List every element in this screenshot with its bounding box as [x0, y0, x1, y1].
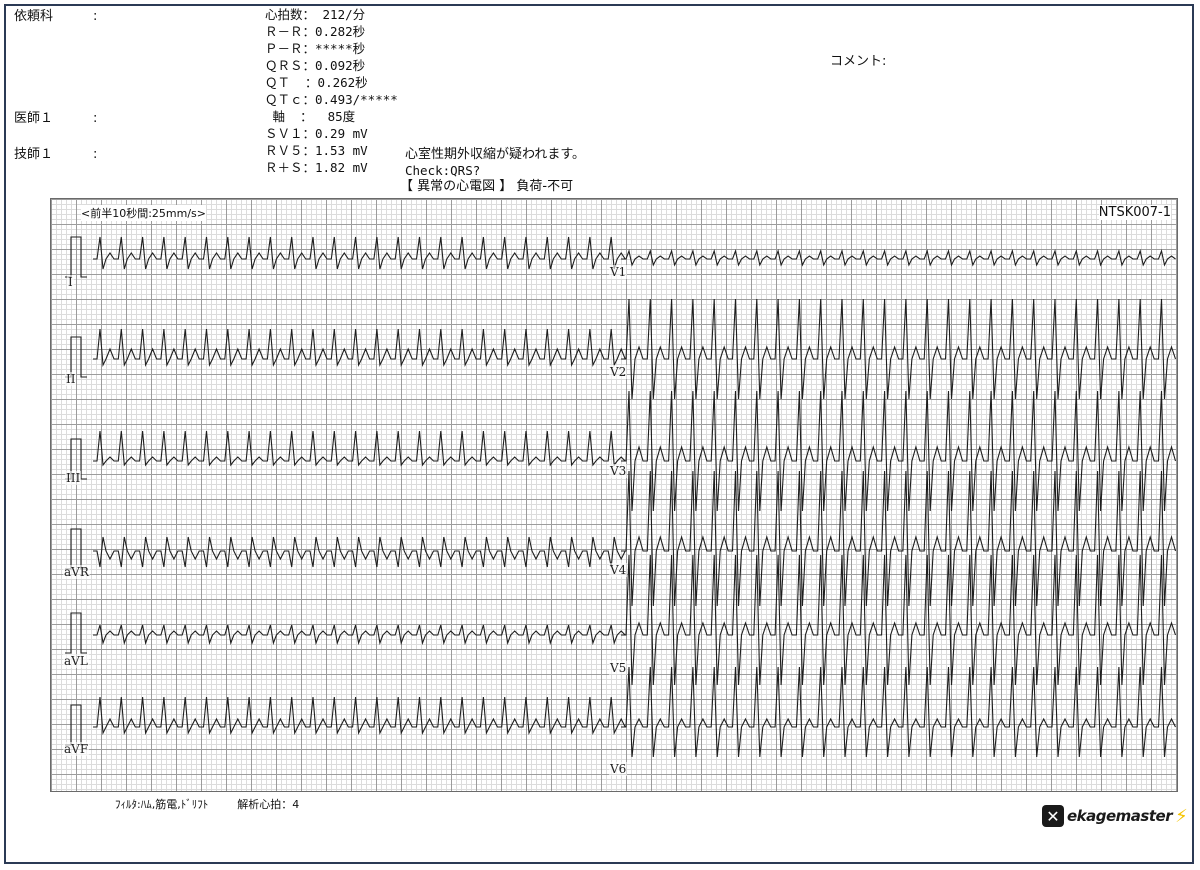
doctor-label: 医師１	[14, 111, 54, 126]
ecg-trace-v4	[621, 470, 1177, 607]
ekagemaster-logo: ✕ ekagemaster ⚡	[1042, 803, 1190, 829]
verdict: 【 異常の心電図 】 負荷-不可	[400, 179, 574, 194]
pr-interval: Ｐ－Ｒ：*****秒	[265, 41, 366, 56]
lightning-bolt-icon: ⚡	[1175, 805, 1188, 827]
lead-label-ii: II	[65, 372, 77, 386]
logo-text: ekagemaster	[1067, 807, 1173, 825]
lead-label-v6: V6	[609, 762, 628, 776]
qtc-interval: ＱＴｃ：0.493/*****	[265, 92, 398, 107]
lead-label-v1: V1	[609, 265, 628, 279]
rr-interval: Ｒ－Ｒ：0.282秒	[265, 24, 366, 39]
rv5: ＲＶ５：1.53 mV	[265, 143, 368, 158]
heart-rate: 心拍数： 212/分	[265, 7, 366, 22]
ecg-trace-avr	[93, 536, 626, 568]
qt-interval: ＱＴ ：0.262秒	[265, 75, 368, 90]
ecg-trace-v1	[621, 249, 1176, 267]
ecg-trace-avf	[93, 696, 626, 736]
technician-label: 技師１	[14, 147, 54, 162]
lead-label-avl: aVL	[63, 654, 89, 668]
ecg-trace-iii	[93, 430, 626, 467]
department-label: 依頼科	[14, 9, 54, 24]
ecg-grid: <前半10秒間:25mm/s> NTSK007-1 I II III aVR a…	[50, 198, 1178, 792]
interpretation-line-1: 心室性期外収縮が疑われます。	[405, 147, 586, 162]
doctor-colon: :	[93, 111, 98, 126]
r-plus-s: Ｒ＋Ｓ：1.82 mV	[265, 160, 368, 175]
calibration-pulse	[65, 704, 87, 746]
lead-label-avf: aVF	[63, 742, 90, 756]
lead-label-v5: V5	[609, 661, 628, 675]
comment-label: コメント:	[830, 54, 887, 69]
ecg-trace-v2	[621, 298, 1177, 400]
qrs-duration: ＱＲＳ：0.092秒	[265, 58, 366, 73]
calibration-pulse	[65, 236, 87, 278]
record-code: NTSK007-1	[1098, 205, 1171, 220]
ecg-trace-ii	[93, 328, 626, 368]
calibration-pulse	[65, 528, 87, 570]
x-icon: ✕	[1042, 805, 1064, 827]
ecg-trace-v5	[621, 554, 1177, 686]
lead-label-v2: V2	[609, 365, 628, 379]
technician-colon: :	[93, 147, 98, 162]
lead-label-v3: V3	[609, 464, 628, 478]
interpretation-line-2: Check:QRS?	[405, 163, 481, 178]
sv1: ＳＶ１：0.29 mV	[265, 126, 368, 141]
ecg-trace-v6	[621, 666, 1176, 758]
lead-label-v4: V4	[609, 563, 628, 577]
department-colon: :	[93, 9, 98, 24]
ecg-trace-v3	[621, 390, 1177, 512]
lead-label-i: I	[67, 275, 74, 289]
lead-label-iii: III	[65, 471, 82, 485]
ecg-traces	[65, 236, 1177, 758]
ecg-trace-avl	[93, 624, 626, 646]
paper-speed-label: <前半10秒間:25mm/s>	[81, 205, 207, 221]
analysis-beats: 解析心拍：4	[237, 798, 300, 811]
filter-info: ﾌｨﾙﾀ:ﾊﾑ,筋電,ﾄﾞﾘﾌﾄ	[115, 798, 209, 811]
footer-text: ﾌｨﾙﾀ:ﾊﾑ,筋電,ﾄﾞﾘﾌﾄ 解析心拍：4	[115, 796, 299, 812]
axis: 軸 ： 85度	[265, 109, 356, 124]
calibration-pulse	[65, 336, 87, 378]
ecg-trace-i	[93, 236, 626, 270]
calibration-pulse	[65, 612, 87, 654]
lead-label-avr: aVR	[63, 565, 90, 579]
